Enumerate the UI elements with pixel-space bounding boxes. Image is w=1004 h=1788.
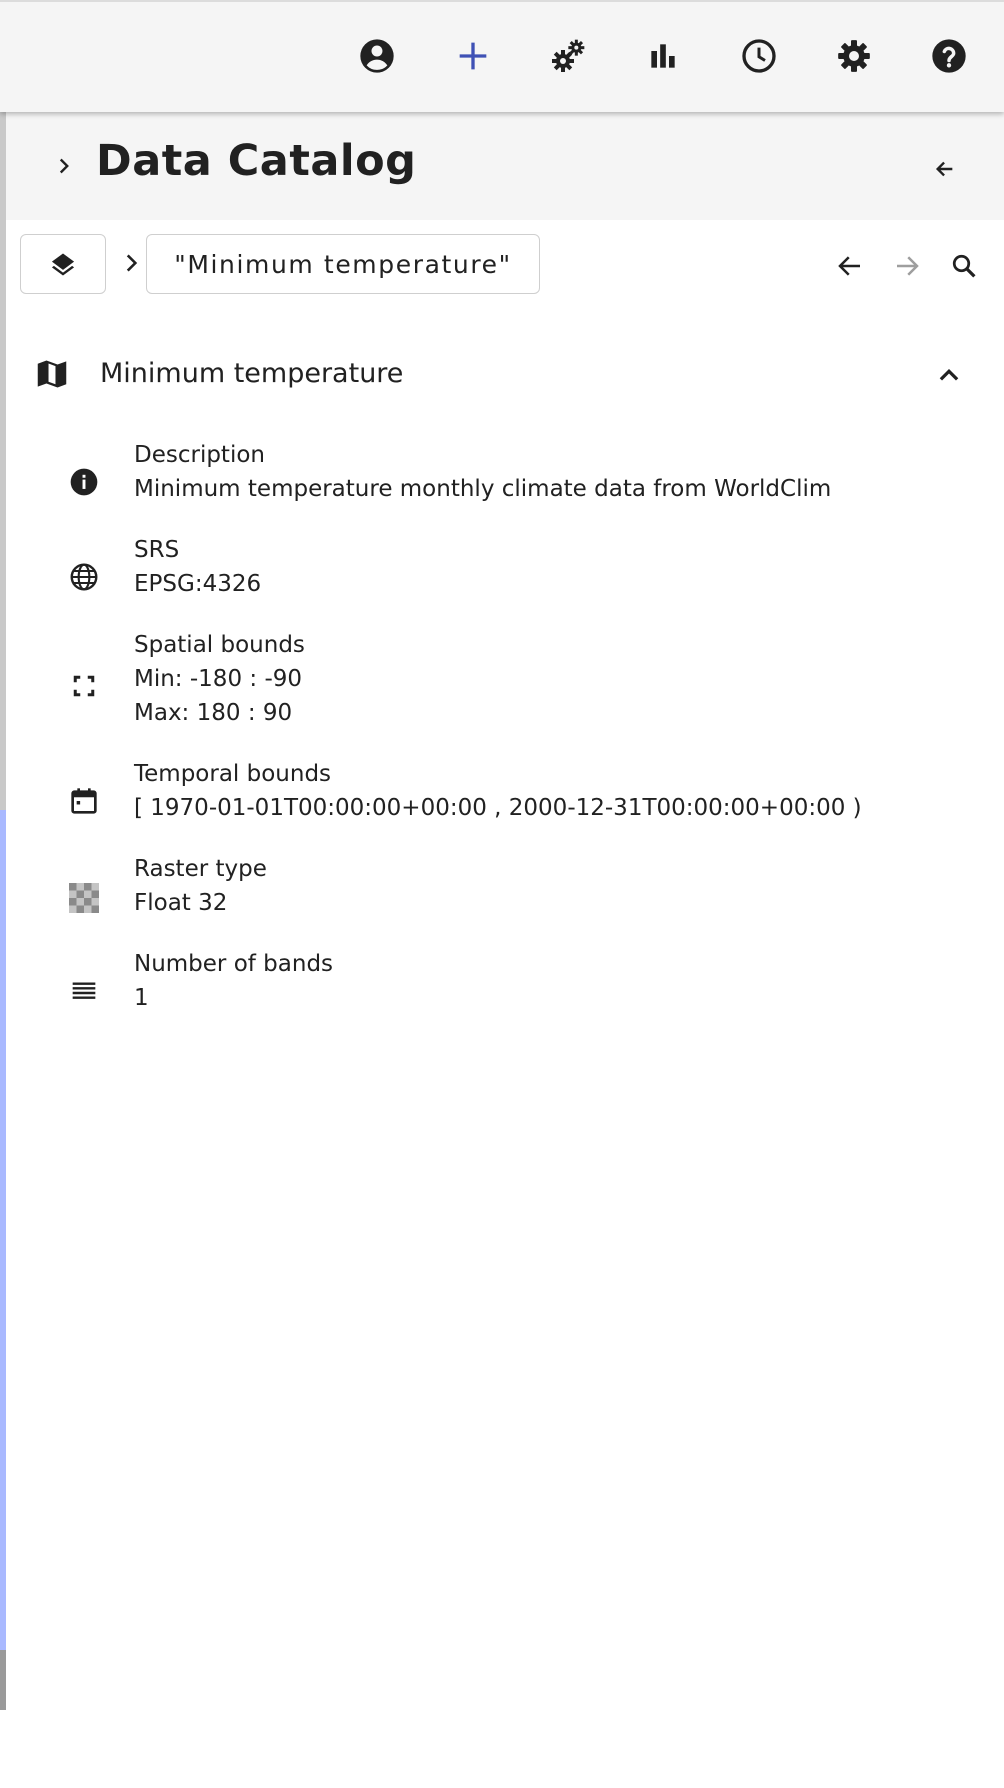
property-value: Minimum temperature monthly climate data… — [134, 476, 832, 502]
expand-panel-button[interactable] — [46, 148, 82, 184]
account-circle-icon — [360, 39, 394, 73]
property-label: Description — [134, 442, 265, 468]
property-label: Number of bands — [134, 951, 334, 977]
raster-checker-icon — [64, 878, 104, 918]
property-value: EPSG:4326 — [134, 571, 262, 597]
search-icon — [952, 254, 976, 278]
arrow-back-icon — [838, 256, 860, 276]
help-icon — [932, 39, 966, 73]
panel-header: Data Catalog — [6, 110, 1004, 220]
time-button[interactable] — [727, 24, 791, 88]
fullscreen-bounds-icon — [64, 666, 104, 706]
data-catalog-panel: Data Catalog "Minimum temperature" Minim… — [6, 110, 1004, 1788]
map-icon — [32, 354, 72, 394]
plots-button[interactable] — [631, 24, 695, 88]
panel-title: Data Catalog — [96, 136, 417, 186]
breadcrumb-root-button[interactable] — [20, 234, 106, 294]
breadcrumb-separator — [114, 246, 148, 280]
bar-chart-icon — [651, 44, 675, 68]
property-label: Temporal bounds — [134, 761, 332, 787]
property-label: Spatial bounds — [134, 632, 305, 658]
nav-back-button[interactable] — [830, 246, 870, 286]
breadcrumb-current[interactable]: "Minimum temperature" — [146, 234, 540, 294]
property-value: Max: 180 : 90 — [134, 700, 293, 726]
collapse-panel-button[interactable] — [926, 150, 964, 188]
property-value: Float 32 — [134, 890, 228, 916]
property-label: SRS — [134, 537, 180, 563]
property-value: [ 1970-01-01T00:00:00+00:00 , 2000-12-31… — [134, 795, 862, 821]
layers-icon — [51, 253, 75, 276]
property-value: Min: -180 : -90 — [134, 666, 303, 692]
nav-forward-button[interactable] — [887, 246, 927, 286]
property-label: Raster type — [134, 856, 267, 882]
chevron-up-icon — [939, 368, 959, 381]
settings-gear-icon — [838, 40, 870, 72]
clock-icon — [742, 39, 776, 73]
chevron-right-icon — [126, 254, 138, 272]
arrow-back-icon — [935, 161, 953, 177]
top-toolbar — [0, 0, 1004, 112]
add-icon — [459, 42, 487, 70]
property-value: 1 — [134, 985, 149, 1011]
operators-button[interactable] — [536, 24, 600, 88]
add-data-button[interactable] — [441, 24, 505, 88]
operators-gears-icon — [552, 39, 585, 72]
info-icon — [64, 462, 104, 502]
account-button[interactable] — [345, 24, 409, 88]
chevron-right-icon — [59, 158, 69, 174]
arrow-forward-icon — [897, 256, 919, 276]
calendar-icon — [64, 781, 104, 821]
layer-collapse-button[interactable] — [930, 356, 968, 394]
search-button[interactable] — [944, 246, 984, 286]
globe-icon — [64, 557, 104, 597]
bands-lines-icon — [64, 971, 104, 1011]
help-button[interactable] — [917, 24, 981, 88]
settings-button[interactable] — [822, 24, 886, 88]
layer-name: Minimum temperature — [100, 358, 404, 389]
